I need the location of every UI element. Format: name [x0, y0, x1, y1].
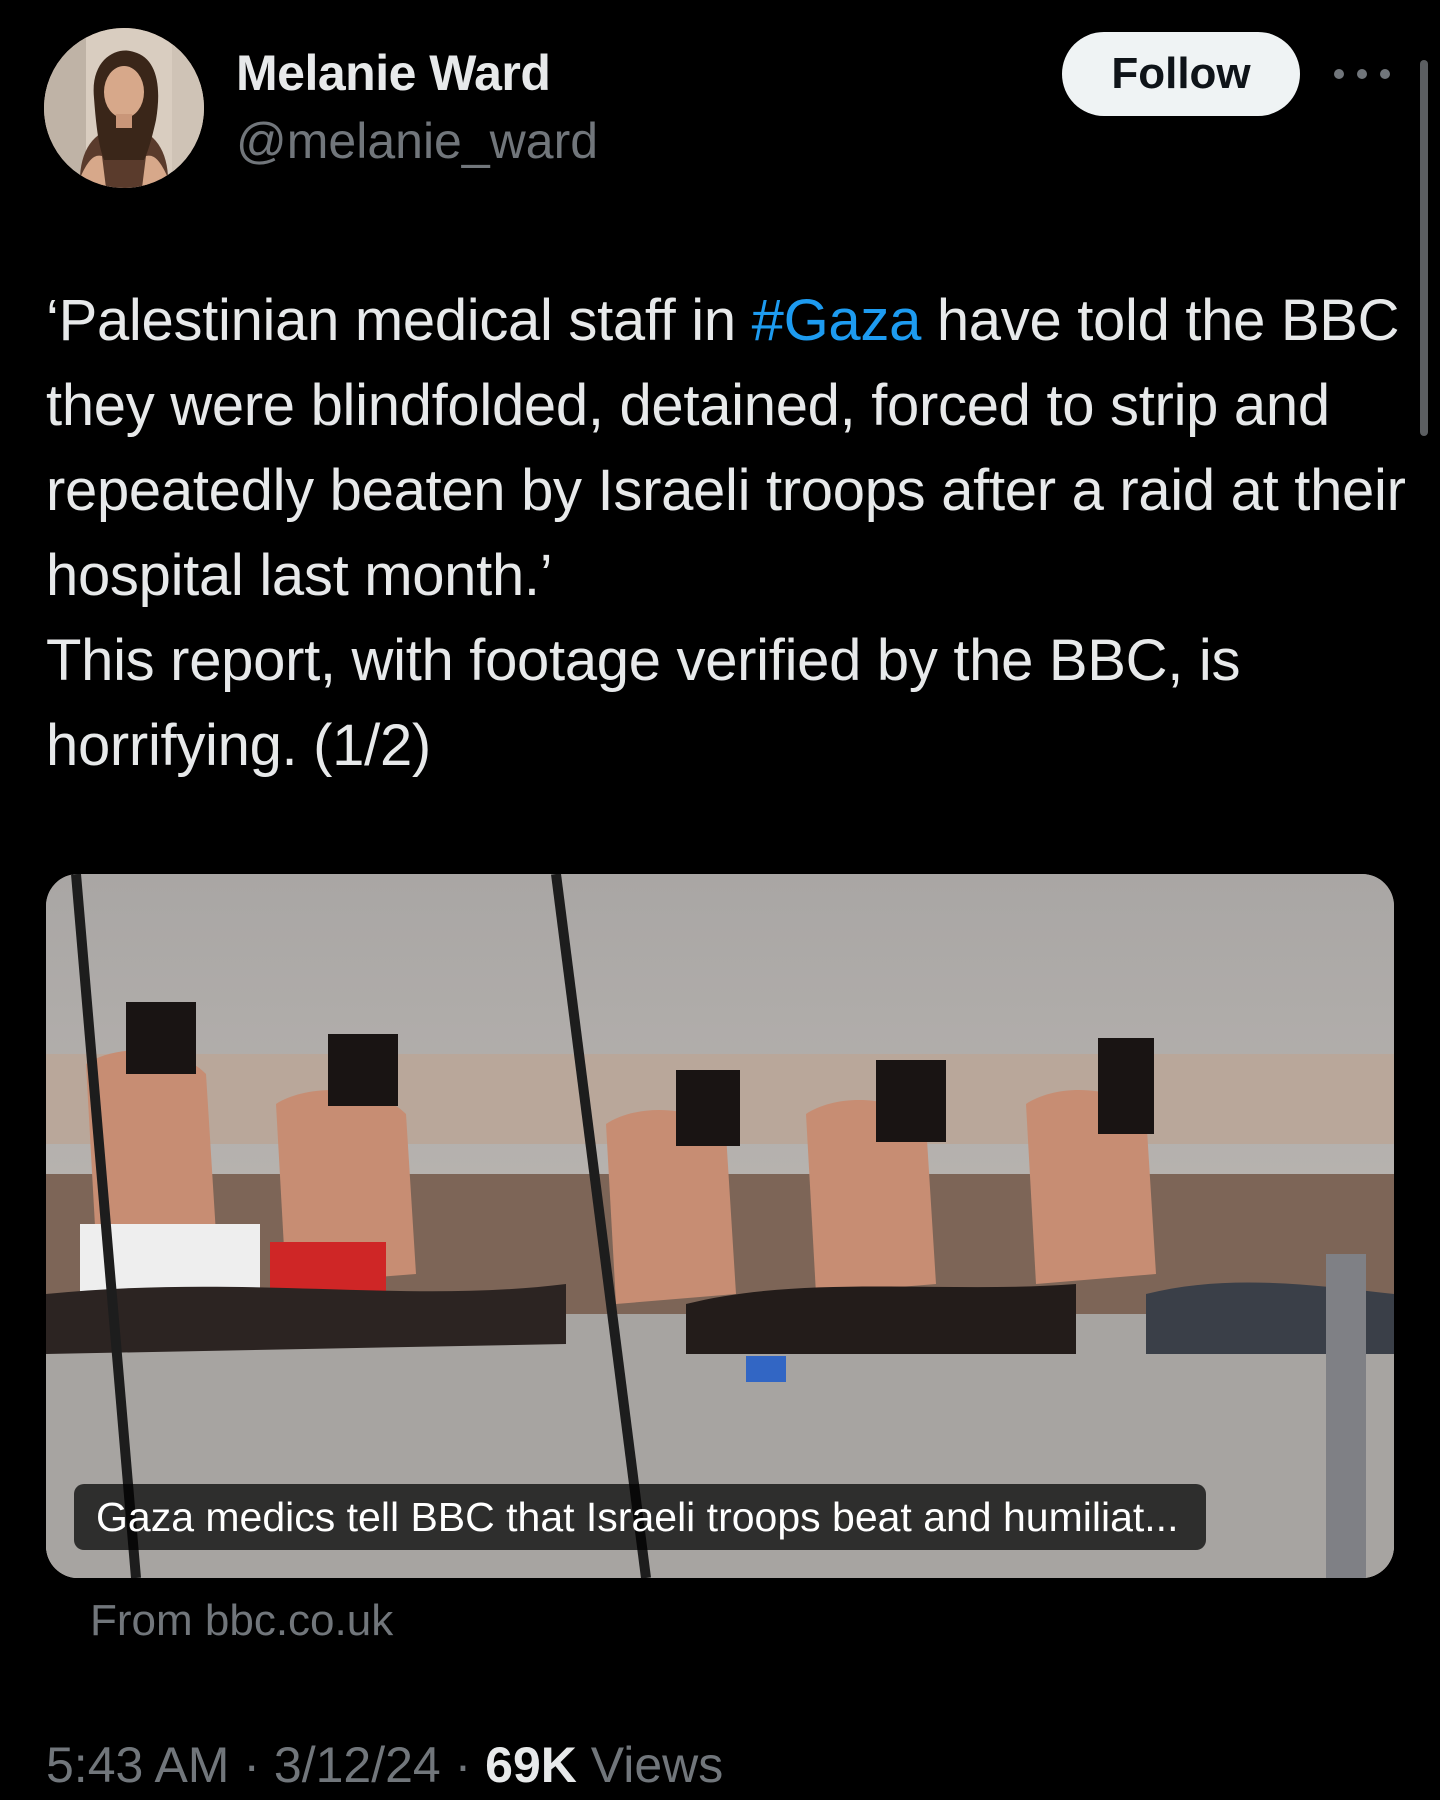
tweet-meta: 5:43 AM · 3/12/24 · 69K Views	[46, 1736, 723, 1794]
more-options-icon[interactable]	[1334, 56, 1390, 92]
tweet-date[interactable]: 3/12/24	[274, 1737, 441, 1793]
link-card-source[interactable]: From bbc.co.uk	[90, 1596, 393, 1646]
avatar[interactable]	[44, 28, 204, 188]
author-handle[interactable]: @melanie_ward	[236, 112, 598, 170]
meta-separator: ·	[229, 1737, 274, 1793]
more-dot	[1334, 69, 1344, 79]
more-dot	[1357, 69, 1367, 79]
follow-button[interactable]: Follow	[1062, 32, 1300, 116]
tweet-text: ‘Palestinian medical staff in #Gaza have…	[46, 278, 1416, 788]
link-card-caption: Gaza medics tell BBC that Israeli troops…	[74, 1484, 1207, 1550]
scrollbar[interactable]	[1420, 60, 1428, 436]
views-count: 69K	[485, 1737, 577, 1793]
author-display-name[interactable]: Melanie Ward	[236, 44, 551, 102]
tweet-text-before-hashtag: ‘Palestinian medical staff in	[46, 288, 752, 353]
tweet-time[interactable]: 5:43 AM	[46, 1737, 229, 1793]
hashtag-link[interactable]: #Gaza	[752, 288, 922, 353]
more-dot	[1380, 69, 1390, 79]
tweet-paragraph-1: ‘Palestinian medical staff in #Gaza have…	[46, 278, 1416, 618]
avatar-image	[44, 28, 204, 188]
meta-separator: ·	[440, 1737, 486, 1793]
tweet-paragraph-2: This report, with footage verified by th…	[46, 628, 1241, 778]
link-card-media[interactable]: Gaza medics tell BBC that Israeli troops…	[46, 874, 1394, 1578]
media-image	[46, 874, 1394, 1578]
views-label: Views	[576, 1737, 724, 1793]
